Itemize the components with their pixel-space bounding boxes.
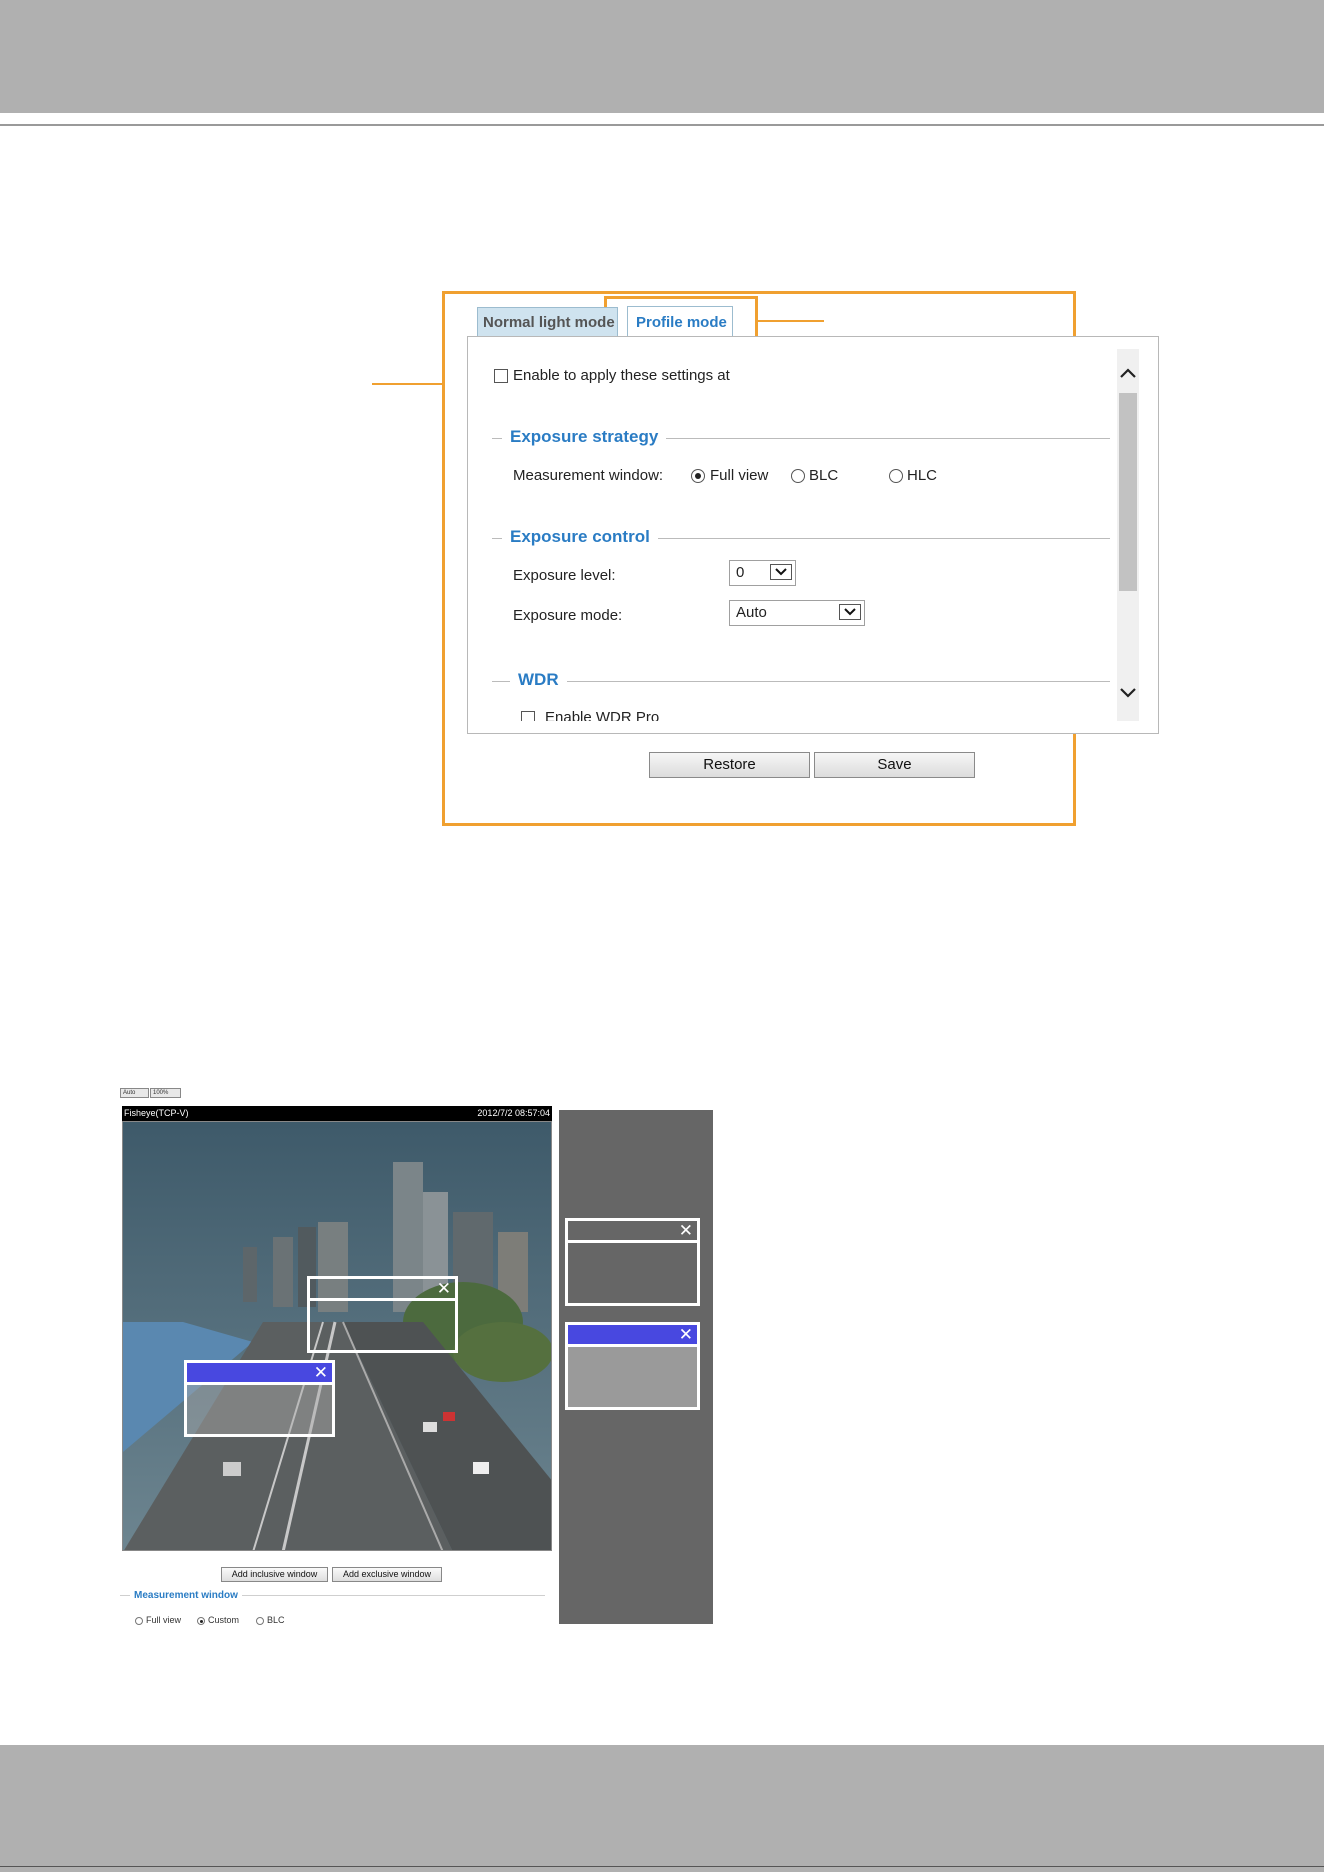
cam-full-view-label: Full view bbox=[146, 1615, 182, 1625]
add-exclusive-window-button[interactable]: Add exclusive window bbox=[332, 1567, 442, 1582]
close-icon: ✕ bbox=[678, 1221, 693, 1241]
tab-profile-mode[interactable]: Profile mode bbox=[627, 306, 733, 338]
add-inclusive-window-button[interactable]: Add inclusive window bbox=[221, 1567, 328, 1582]
camera-live-view[interactable]: ✕ ✕ bbox=[122, 1121, 552, 1551]
enable-wdr-pro-checkbox[interactable] bbox=[521, 711, 535, 721]
stream-name: Fisheye(TCP-V) bbox=[124, 1108, 189, 1118]
enable-profile-label: Enable to apply these settings at bbox=[513, 367, 730, 384]
footer-divider bbox=[0, 1866, 1324, 1867]
enable-wdr-pro-label: Enable WDR Pro bbox=[545, 709, 660, 721]
enable-profile-checkbox[interactable] bbox=[494, 369, 508, 383]
cam-blc-radio[interactable] bbox=[256, 1617, 264, 1625]
chevron-down-icon bbox=[839, 604, 861, 620]
cam-blc-label: BLC bbox=[267, 1615, 285, 1625]
page-footer-band bbox=[0, 1745, 1324, 1872]
scroll-down-icon[interactable] bbox=[1117, 684, 1139, 702]
exclusive-window[interactable]: ✕ bbox=[184, 1360, 335, 1437]
tab-normal-light-mode[interactable]: Normal light mode bbox=[477, 307, 618, 337]
exposure-level-label: Exposure level: bbox=[513, 567, 616, 584]
camera-stream-header: Fisheye(TCP-V) 2012/7/2 08:57:04 bbox=[122, 1106, 552, 1121]
inclusive-sample-titlebar: ✕ bbox=[568, 1221, 697, 1243]
window-legend-panel: ✕ ✕ bbox=[559, 1110, 713, 1624]
stream-timestamp: 2012/7/2 08:57:04 bbox=[477, 1108, 550, 1118]
zoom-100-button[interactable]: 100% bbox=[150, 1088, 181, 1098]
exclusive-sample-titlebar: ✕ bbox=[568, 1325, 697, 1347]
exposure-level-value: 0 bbox=[736, 564, 745, 581]
close-icon: ✕ bbox=[678, 1325, 693, 1345]
restore-button[interactable]: Restore bbox=[649, 752, 810, 778]
hlc-radio[interactable] bbox=[889, 469, 903, 483]
exposure-mode-value: Auto bbox=[736, 604, 767, 621]
profile-tab-callout-line bbox=[757, 320, 824, 322]
header-divider bbox=[0, 124, 1324, 126]
cam-custom-label: Custom bbox=[208, 1615, 240, 1625]
exclusive-window-sample: ✕ bbox=[565, 1322, 700, 1410]
cam-custom-radio[interactable] bbox=[197, 1617, 205, 1625]
wdr-title: WDR bbox=[510, 670, 567, 690]
close-icon[interactable]: ✕ bbox=[314, 1364, 328, 1382]
exposure-mode-select[interactable]: Auto bbox=[729, 600, 865, 626]
close-icon[interactable]: ✕ bbox=[437, 1280, 451, 1298]
measurement-window-title: Measurement window bbox=[130, 1590, 242, 1601]
zoom-auto-button[interactable]: Auto bbox=[120, 1088, 149, 1098]
full-view-radio[interactable] bbox=[691, 469, 705, 483]
inclusive-window[interactable]: ✕ bbox=[307, 1276, 458, 1353]
exposure-strategy-title: Exposure strategy bbox=[502, 427, 667, 447]
inclusive-window-sample: ✕ bbox=[565, 1218, 700, 1306]
save-button[interactable]: Save bbox=[814, 752, 975, 778]
profile-settings-content: Enable to apply these settings at Exposu… bbox=[480, 349, 1120, 721]
settings-callout-line bbox=[372, 383, 444, 385]
exclusive-window-titlebar[interactable]: ✕ bbox=[187, 1363, 332, 1385]
full-view-label: Full view bbox=[710, 467, 769, 484]
measurement-window-label: Measurement window: bbox=[513, 467, 664, 484]
exposure-control-title: Exposure control bbox=[502, 527, 658, 547]
inclusive-window-titlebar[interactable]: ✕ bbox=[310, 1279, 455, 1301]
hlc-label: HLC bbox=[907, 467, 938, 484]
blc-radio[interactable] bbox=[791, 469, 805, 483]
page-header-band bbox=[0, 0, 1324, 113]
chevron-down-icon bbox=[770, 564, 792, 580]
scroll-up-icon[interactable] bbox=[1117, 364, 1139, 382]
blc-label: BLC bbox=[809, 467, 839, 484]
wdr-divider bbox=[492, 681, 1110, 682]
scrollbar-thumb[interactable] bbox=[1119, 393, 1137, 591]
exposure-mode-label: Exposure mode: bbox=[513, 607, 623, 624]
cam-full-view-radio[interactable] bbox=[135, 1617, 143, 1625]
exposure-level-select[interactable]: 0 bbox=[729, 560, 796, 586]
